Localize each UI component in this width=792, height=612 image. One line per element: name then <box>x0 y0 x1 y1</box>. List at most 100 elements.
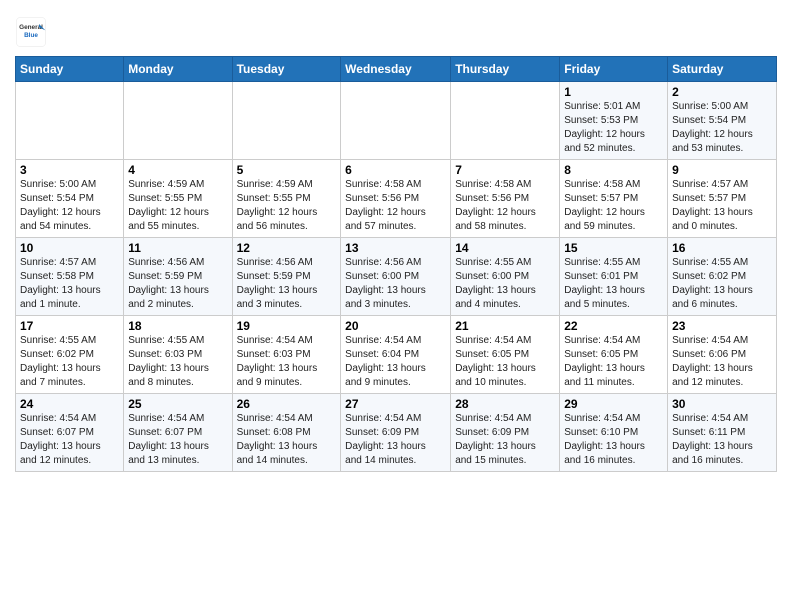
day-number: 21 <box>455 319 555 333</box>
day-info: Sunrise: 4:54 AMSunset: 6:05 PMDaylight:… <box>564 334 663 390</box>
day-info: Sunrise: 4:55 AMSunset: 6:02 PMDaylight:… <box>20 334 119 390</box>
day-cell: 20Sunrise: 4:54 AMSunset: 6:04 PMDayligh… <box>341 316 451 394</box>
day-cell: 2Sunrise: 5:00 AMSunset: 5:54 PMDaylight… <box>668 82 777 160</box>
calendar-body: 1Sunrise: 5:01 AMSunset: 5:53 PMDaylight… <box>16 82 777 472</box>
weekday-header-thursday: Thursday <box>451 57 560 82</box>
day-number: 26 <box>237 397 337 411</box>
day-info: Sunrise: 4:56 AMSunset: 5:59 PMDaylight:… <box>237 256 337 312</box>
weekday-header-monday: Monday <box>124 57 232 82</box>
day-number: 5 <box>237 163 337 177</box>
day-cell: 30Sunrise: 4:54 AMSunset: 6:11 PMDayligh… <box>668 394 777 472</box>
day-number: 13 <box>345 241 446 255</box>
day-cell: 12Sunrise: 4:56 AMSunset: 5:59 PMDayligh… <box>232 238 341 316</box>
day-cell: 16Sunrise: 4:55 AMSunset: 6:02 PMDayligh… <box>668 238 777 316</box>
day-info: Sunrise: 4:54 AMSunset: 6:09 PMDaylight:… <box>345 412 446 468</box>
day-info: Sunrise: 4:54 AMSunset: 6:10 PMDaylight:… <box>564 412 663 468</box>
day-number: 8 <box>564 163 663 177</box>
day-number: 1 <box>564 85 663 99</box>
day-cell: 8Sunrise: 4:58 AMSunset: 5:57 PMDaylight… <box>560 160 668 238</box>
day-cell <box>16 82 124 160</box>
day-info: Sunrise: 5:01 AMSunset: 5:53 PMDaylight:… <box>564 100 663 156</box>
weekday-header-tuesday: Tuesday <box>232 57 341 82</box>
day-number: 7 <box>455 163 555 177</box>
day-info: Sunrise: 4:54 AMSunset: 6:07 PMDaylight:… <box>20 412 119 468</box>
day-info: Sunrise: 4:59 AMSunset: 5:55 PMDaylight:… <box>237 178 337 234</box>
day-info: Sunrise: 4:57 AMSunset: 5:58 PMDaylight:… <box>20 256 119 312</box>
day-info: Sunrise: 4:54 AMSunset: 6:09 PMDaylight:… <box>455 412 555 468</box>
day-info: Sunrise: 4:54 AMSunset: 6:03 PMDaylight:… <box>237 334 337 390</box>
day-cell: 6Sunrise: 4:58 AMSunset: 5:56 PMDaylight… <box>341 160 451 238</box>
day-number: 30 <box>672 397 772 411</box>
header: General Blue <box>15 10 777 48</box>
day-info: Sunrise: 5:00 AMSunset: 5:54 PMDaylight:… <box>672 100 772 156</box>
day-number: 19 <box>237 319 337 333</box>
day-number: 12 <box>237 241 337 255</box>
day-info: Sunrise: 4:54 AMSunset: 6:06 PMDaylight:… <box>672 334 772 390</box>
day-number: 28 <box>455 397 555 411</box>
day-cell: 10Sunrise: 4:57 AMSunset: 5:58 PMDayligh… <box>16 238 124 316</box>
page: General Blue SundayMondayTuesdayWednesda… <box>0 0 792 487</box>
day-number: 4 <box>128 163 227 177</box>
week-row-4: 24Sunrise: 4:54 AMSunset: 6:07 PMDayligh… <box>16 394 777 472</box>
day-number: 9 <box>672 163 772 177</box>
day-info: Sunrise: 4:56 AMSunset: 6:00 PMDaylight:… <box>345 256 446 312</box>
day-cell: 15Sunrise: 4:55 AMSunset: 6:01 PMDayligh… <box>560 238 668 316</box>
day-cell: 21Sunrise: 4:54 AMSunset: 6:05 PMDayligh… <box>451 316 560 394</box>
day-number: 14 <box>455 241 555 255</box>
day-cell: 7Sunrise: 4:58 AMSunset: 5:56 PMDaylight… <box>451 160 560 238</box>
day-cell: 3Sunrise: 5:00 AMSunset: 5:54 PMDaylight… <box>16 160 124 238</box>
week-row-3: 17Sunrise: 4:55 AMSunset: 6:02 PMDayligh… <box>16 316 777 394</box>
day-cell: 17Sunrise: 4:55 AMSunset: 6:02 PMDayligh… <box>16 316 124 394</box>
day-info: Sunrise: 4:58 AMSunset: 5:56 PMDaylight:… <box>455 178 555 234</box>
day-cell: 25Sunrise: 4:54 AMSunset: 6:07 PMDayligh… <box>124 394 232 472</box>
day-cell: 9Sunrise: 4:57 AMSunset: 5:57 PMDaylight… <box>668 160 777 238</box>
day-number: 3 <box>20 163 119 177</box>
day-cell: 27Sunrise: 4:54 AMSunset: 6:09 PMDayligh… <box>341 394 451 472</box>
day-number: 18 <box>128 319 227 333</box>
weekday-header-saturday: Saturday <box>668 57 777 82</box>
day-cell: 19Sunrise: 4:54 AMSunset: 6:03 PMDayligh… <box>232 316 341 394</box>
day-number: 29 <box>564 397 663 411</box>
weekday-header-friday: Friday <box>560 57 668 82</box>
logo: General Blue <box>15 16 51 48</box>
day-number: 23 <box>672 319 772 333</box>
day-info: Sunrise: 4:54 AMSunset: 6:07 PMDaylight:… <box>128 412 227 468</box>
day-number: 25 <box>128 397 227 411</box>
week-row-2: 10Sunrise: 4:57 AMSunset: 5:58 PMDayligh… <box>16 238 777 316</box>
day-cell: 29Sunrise: 4:54 AMSunset: 6:10 PMDayligh… <box>560 394 668 472</box>
day-number: 6 <box>345 163 446 177</box>
day-cell: 14Sunrise: 4:55 AMSunset: 6:00 PMDayligh… <box>451 238 560 316</box>
day-info: Sunrise: 4:59 AMSunset: 5:55 PMDaylight:… <box>128 178 227 234</box>
day-info: Sunrise: 4:56 AMSunset: 5:59 PMDaylight:… <box>128 256 227 312</box>
day-number: 17 <box>20 319 119 333</box>
weekday-header-wednesday: Wednesday <box>341 57 451 82</box>
day-number: 20 <box>345 319 446 333</box>
day-number: 11 <box>128 241 227 255</box>
day-info: Sunrise: 4:57 AMSunset: 5:57 PMDaylight:… <box>672 178 772 234</box>
day-info: Sunrise: 4:55 AMSunset: 6:03 PMDaylight:… <box>128 334 227 390</box>
day-info: Sunrise: 4:58 AMSunset: 5:56 PMDaylight:… <box>345 178 446 234</box>
day-info: Sunrise: 5:00 AMSunset: 5:54 PMDaylight:… <box>20 178 119 234</box>
day-number: 24 <box>20 397 119 411</box>
day-cell: 22Sunrise: 4:54 AMSunset: 6:05 PMDayligh… <box>560 316 668 394</box>
week-row-1: 3Sunrise: 5:00 AMSunset: 5:54 PMDaylight… <box>16 160 777 238</box>
day-cell: 23Sunrise: 4:54 AMSunset: 6:06 PMDayligh… <box>668 316 777 394</box>
day-cell <box>232 82 341 160</box>
day-info: Sunrise: 4:58 AMSunset: 5:57 PMDaylight:… <box>564 178 663 234</box>
day-number: 27 <box>345 397 446 411</box>
day-cell: 18Sunrise: 4:55 AMSunset: 6:03 PMDayligh… <box>124 316 232 394</box>
calendar-table: SundayMondayTuesdayWednesdayThursdayFrid… <box>15 56 777 472</box>
day-cell: 28Sunrise: 4:54 AMSunset: 6:09 PMDayligh… <box>451 394 560 472</box>
day-cell: 5Sunrise: 4:59 AMSunset: 5:55 PMDaylight… <box>232 160 341 238</box>
day-info: Sunrise: 4:55 AMSunset: 6:00 PMDaylight:… <box>455 256 555 312</box>
day-cell: 4Sunrise: 4:59 AMSunset: 5:55 PMDaylight… <box>124 160 232 238</box>
calendar-header: SundayMondayTuesdayWednesdayThursdayFrid… <box>16 57 777 82</box>
weekday-row: SundayMondayTuesdayWednesdayThursdayFrid… <box>16 57 777 82</box>
day-cell: 1Sunrise: 5:01 AMSunset: 5:53 PMDaylight… <box>560 82 668 160</box>
day-info: Sunrise: 4:54 AMSunset: 6:04 PMDaylight:… <box>345 334 446 390</box>
weekday-header-sunday: Sunday <box>16 57 124 82</box>
day-number: 16 <box>672 241 772 255</box>
day-cell <box>124 82 232 160</box>
day-cell <box>341 82 451 160</box>
day-number: 10 <box>20 241 119 255</box>
